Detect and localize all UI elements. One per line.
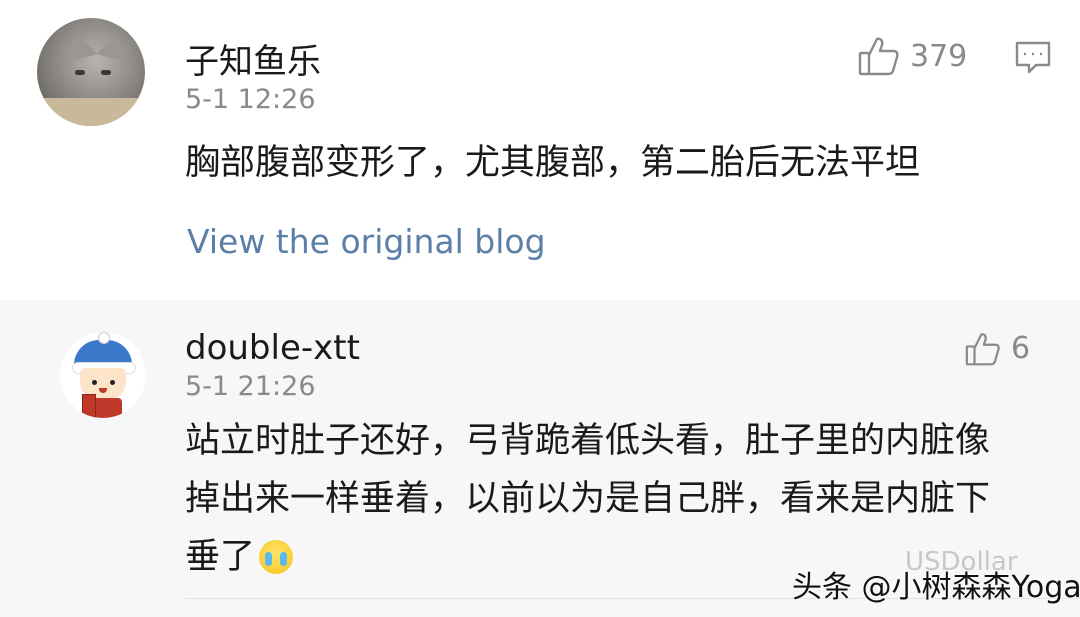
comment-line: 掉出来一样垂着，以前以为是自己胖，看来是内脏下 bbox=[185, 479, 991, 519]
like-count: 379 bbox=[910, 38, 968, 74]
avatar-background bbox=[37, 98, 145, 126]
reply-comment-icon[interactable] bbox=[1014, 40, 1052, 76]
thumbs-up-icon bbox=[858, 36, 900, 76]
comment-card-1: 子知鱼乐 5-1 12:26 379 胸部腹部变形了，尤其腹部，第二胎后无法平坦… bbox=[0, 0, 1080, 300]
timestamp: 5-1 12:26 bbox=[185, 84, 316, 115]
cat-eye bbox=[75, 70, 85, 75]
hat-pompom bbox=[98, 332, 110, 344]
cartoon-sign bbox=[82, 394, 96, 418]
timestamp: 5-1 21:26 bbox=[185, 371, 316, 402]
username[interactable]: double-xtt bbox=[185, 328, 360, 368]
username[interactable]: 子知鱼乐 bbox=[185, 34, 321, 83]
like-count: 6 bbox=[1011, 331, 1031, 366]
cartoon-eye bbox=[92, 380, 97, 385]
crying-face-icon bbox=[259, 540, 294, 574]
user-avatar[interactable] bbox=[37, 18, 145, 126]
cat-ear bbox=[64, 30, 98, 62]
view-original-blog-link[interactable]: View the original blog bbox=[187, 222, 546, 261]
thumbs-up-icon bbox=[965, 332, 1001, 366]
watermark: 头条 @小树森森Yoga bbox=[792, 570, 1080, 605]
cartoon-eye bbox=[110, 380, 115, 385]
comment-line: 站立时肚子还好，弓背跪着低头看，肚子里的内脏像 bbox=[185, 421, 991, 461]
cat-ear bbox=[96, 30, 130, 62]
cat-eye bbox=[101, 70, 111, 75]
like-button[interactable]: 6 bbox=[965, 331, 1030, 366]
comment-line-text: 垂了 bbox=[185, 537, 256, 577]
comment-text: 胸部腹部变形了，尤其腹部，第二胎后无法平坦 bbox=[185, 143, 921, 183]
like-button[interactable]: 379 bbox=[858, 36, 967, 76]
user-avatar[interactable] bbox=[60, 332, 146, 418]
